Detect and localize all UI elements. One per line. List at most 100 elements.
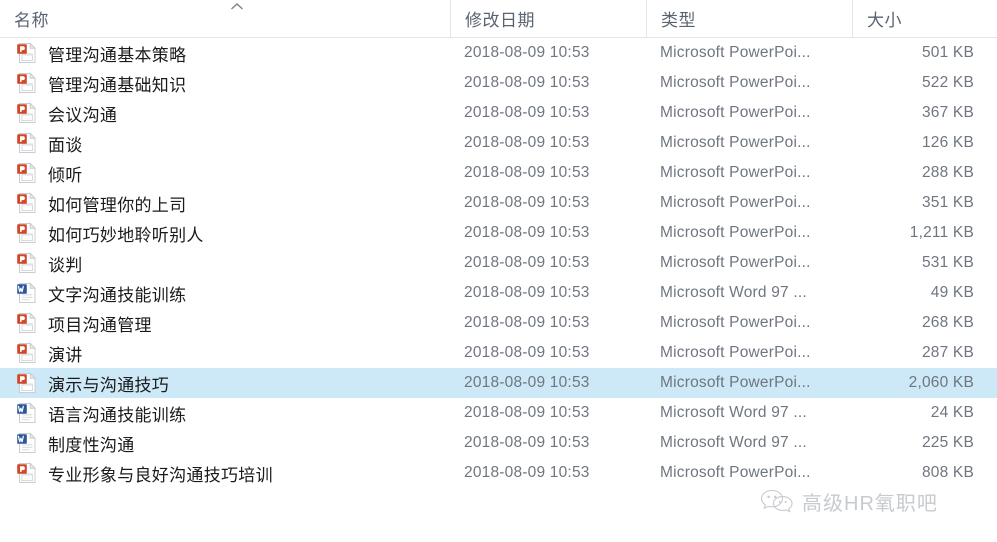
- powerpoint-file-icon: [16, 42, 38, 64]
- file-type-cell: Microsoft Word 97 ...: [646, 428, 852, 458]
- file-type-label: Microsoft PowerPoi...: [660, 44, 811, 61]
- file-name-cell[interactable]: 会议沟通: [0, 98, 450, 128]
- file-type-label: Microsoft PowerPoi...: [660, 464, 811, 481]
- file-date-label: 2018-08-09 10:53: [464, 224, 590, 241]
- file-size-cell: 49 KB: [852, 278, 997, 308]
- file-row[interactable]: 谈判 2018-08-09 10:53 Microsoft PowerPoi... 5…: [0, 248, 997, 278]
- file-date-label: 2018-08-09 10:53: [464, 344, 590, 361]
- file-row[interactable]: 语言沟通技能训练 2018-08-09 10:53 Microsoft Word 9…: [0, 398, 997, 428]
- file-name-label: 管理沟通基本策略: [48, 45, 187, 65]
- file-name-label: 演讲: [48, 345, 83, 365]
- file-size-cell: 268 KB: [852, 308, 997, 338]
- file-type-cell: Microsoft Word 97 ...: [646, 278, 852, 308]
- column-header-type[interactable]: 类型: [646, 0, 852, 37]
- file-name-cell[interactable]: 如何巧妙地聆听别人: [0, 218, 450, 248]
- file-size-label: 2,060 KB: [908, 374, 974, 391]
- file-name-cell[interactable]: 倾听: [0, 158, 450, 188]
- file-name-cell[interactable]: 专业形象与良好沟通技巧培训: [0, 458, 450, 488]
- file-type-label: Microsoft PowerPoi...: [660, 74, 811, 91]
- file-date-label: 2018-08-09 10:53: [464, 314, 590, 331]
- file-name-cell[interactable]: 管理沟通基础知识: [0, 68, 450, 98]
- file-type-label: Microsoft PowerPoi...: [660, 134, 811, 151]
- file-row[interactable]: 制度性沟通 2018-08-09 10:53 Microsoft Word 97 .…: [0, 428, 997, 458]
- file-size-label: 808 KB: [921, 464, 974, 481]
- file-name-cell[interactable]: 语言沟通技能训练: [0, 398, 450, 428]
- file-type-cell: Microsoft PowerPoi...: [646, 218, 852, 248]
- file-type-cell: Microsoft PowerPoi...: [646, 188, 852, 218]
- file-row[interactable]: 项目沟通管理 2018-08-09 10:53 Microsoft PowerPoi…: [0, 308, 997, 338]
- file-size-cell: 501 KB: [852, 38, 997, 68]
- file-row[interactable]: 文字沟通技能训练 2018-08-09 10:53 Microsoft Word 9…: [0, 278, 997, 308]
- word-file-icon: [16, 282, 38, 304]
- file-date-cell: 2018-08-09 10:53: [450, 308, 646, 338]
- file-date-label: 2018-08-09 10:53: [464, 284, 590, 301]
- file-name-label: 如何巧妙地聆听别人: [48, 225, 204, 245]
- file-date-cell: 2018-08-09 10:53: [450, 458, 646, 488]
- file-row[interactable]: 如何巧妙地聆听别人 2018-08-09 10:53 Microsoft Power…: [0, 218, 997, 248]
- file-name-cell[interactable]: 演讲: [0, 338, 450, 368]
- file-date-cell: 2018-08-09 10:53: [450, 38, 646, 68]
- file-row[interactable]: 管理沟通基础知识 2018-08-09 10:53 Microsoft PowerP…: [0, 68, 997, 98]
- file-name-cell[interactable]: 如何管理你的上司: [0, 188, 450, 218]
- word-file-icon: [16, 402, 38, 424]
- powerpoint-file-icon: [16, 372, 38, 394]
- file-size-label: 49 KB: [930, 284, 974, 301]
- file-size-cell: 351 KB: [852, 188, 997, 218]
- powerpoint-file-icon: [16, 312, 38, 334]
- chevron-up-icon: [229, 1, 245, 13]
- wechat-logo-icon: [760, 488, 794, 515]
- file-row[interactable]: 演示与沟通技巧 2018-08-09 10:53 Microsoft PowerPo…: [0, 368, 997, 398]
- column-header-name[interactable]: 名称: [0, 0, 450, 37]
- file-size-label: 288 KB: [921, 164, 974, 181]
- file-row[interactable]: 如何管理你的上司 2018-08-09 10:53 Microsoft PowerP…: [0, 188, 997, 218]
- file-name-cell[interactable]: 项目沟通管理: [0, 308, 450, 338]
- file-name-cell[interactable]: 文字沟通技能训练: [0, 278, 450, 308]
- file-size-label: 367 KB: [921, 104, 974, 121]
- powerpoint-file-icon: [16, 132, 38, 154]
- file-name-cell[interactable]: 演示与沟通技巧: [0, 368, 450, 398]
- file-date-cell: 2018-08-09 10:53: [450, 368, 646, 398]
- file-row[interactable]: 管理沟通基本策略 2018-08-09 10:53 Microsoft PowerP…: [0, 38, 997, 68]
- column-header-size-label: 大小: [867, 11, 902, 30]
- file-date-label: 2018-08-09 10:53: [464, 464, 590, 481]
- file-name-label: 演示与沟通技巧: [48, 375, 170, 395]
- file-size-label: 1,211 KB: [909, 224, 974, 241]
- powerpoint-file-icon: [16, 252, 38, 274]
- file-size-label: 351 KB: [921, 194, 974, 211]
- file-size-cell: 126 KB: [852, 128, 997, 158]
- file-name-label: 语言沟通技能训练: [48, 405, 187, 425]
- file-date-cell: 2018-08-09 10:53: [450, 218, 646, 248]
- file-date-label: 2018-08-09 10:53: [464, 74, 590, 91]
- file-type-label: Microsoft Word 97 ...: [660, 284, 807, 301]
- file-type-cell: Microsoft PowerPoi...: [646, 68, 852, 98]
- file-date-label: 2018-08-09 10:53: [464, 254, 590, 271]
- column-header-date[interactable]: 修改日期: [450, 0, 646, 37]
- file-date-label: 2018-08-09 10:53: [464, 404, 590, 421]
- powerpoint-file-icon: [16, 72, 38, 94]
- file-row[interactable]: 倾听 2018-08-09 10:53 Microsoft PowerPoi... 2…: [0, 158, 997, 188]
- file-type-cell: Microsoft PowerPoi...: [646, 128, 852, 158]
- file-type-cell: Microsoft PowerPoi...: [646, 158, 852, 188]
- column-header-size[interactable]: 大小: [852, 0, 997, 37]
- file-name-label: 会议沟通: [48, 105, 118, 125]
- file-name-cell[interactable]: 谈判: [0, 248, 450, 278]
- file-row[interactable]: 演讲 2018-08-09 10:53 Microsoft PowerPoi... 2…: [0, 338, 997, 368]
- file-date-label: 2018-08-09 10:53: [464, 374, 590, 391]
- file-name-label: 专业形象与良好沟通技巧培训: [48, 465, 273, 485]
- file-name-cell[interactable]: 制度性沟通: [0, 428, 450, 458]
- file-size-cell: 367 KB: [852, 98, 997, 128]
- file-name-cell[interactable]: 管理沟通基本策略: [0, 38, 450, 68]
- column-header-type-label: 类型: [661, 11, 696, 30]
- file-row[interactable]: 面谈 2018-08-09 10:53 Microsoft PowerPoi... 1…: [0, 128, 997, 158]
- file-row[interactable]: 专业形象与良好沟通技巧培训 2018-08-09 10:53 Microsoft P…: [0, 458, 997, 488]
- file-date-cell: 2018-08-09 10:53: [450, 398, 646, 428]
- file-name-cell[interactable]: 面谈: [0, 128, 450, 158]
- file-name-label: 如何管理你的上司: [48, 195, 187, 215]
- file-row[interactable]: 会议沟通 2018-08-09 10:53 Microsoft PowerPoi..…: [0, 98, 997, 128]
- file-type-cell: Microsoft Word 97 ...: [646, 398, 852, 428]
- watermark-text: 高级HR氧职吧: [802, 493, 938, 515]
- file-date-cell: 2018-08-09 10:53: [450, 158, 646, 188]
- file-size-label: 501 KB: [921, 44, 974, 61]
- file-date-label: 2018-08-09 10:53: [464, 134, 590, 151]
- file-date-cell: 2018-08-09 10:53: [450, 128, 646, 158]
